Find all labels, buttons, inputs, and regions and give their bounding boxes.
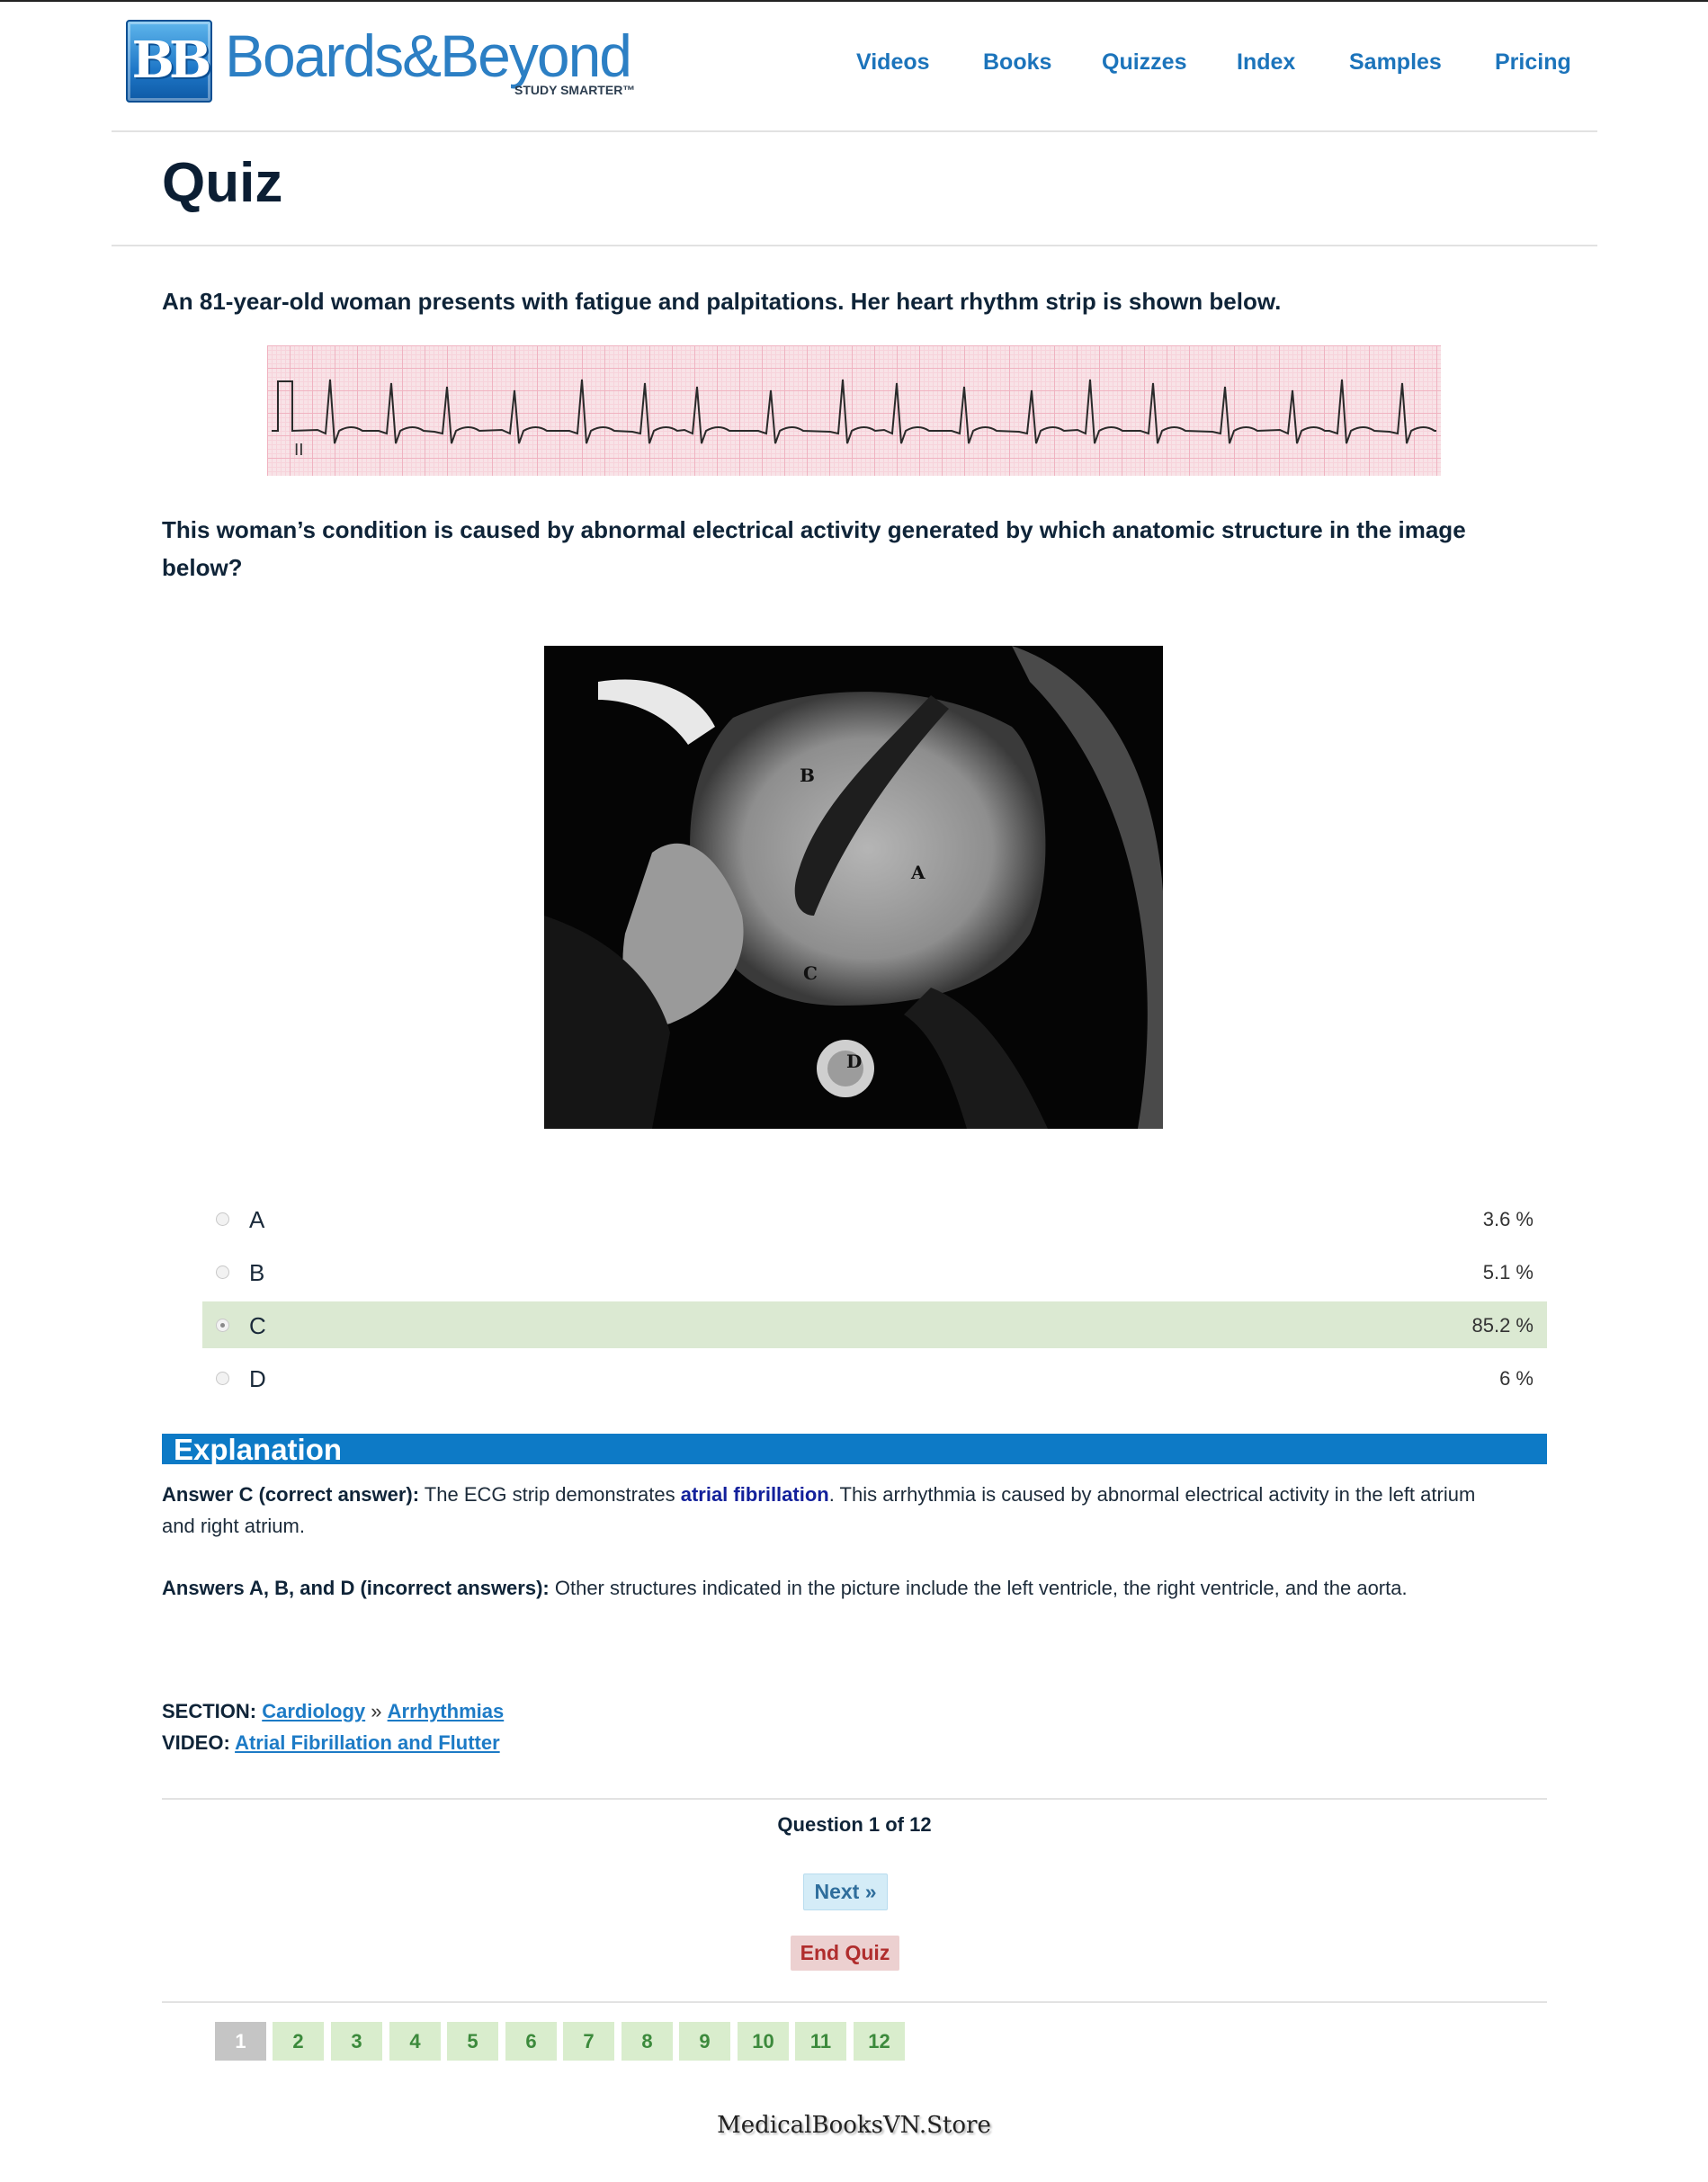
- ecg-lead-label: II: [294, 441, 304, 460]
- explanation-title: Explanation: [174, 1433, 343, 1466]
- watermark: MedicalBooksVN.Store: [717, 2112, 991, 2139]
- answer-radio[interactable]: [216, 1319, 229, 1332]
- page-button-6[interactable]: 6: [505, 2022, 557, 2061]
- answer-percent: 5.1 %: [1482, 1261, 1534, 1283]
- page-button-11[interactable]: 11: [795, 2022, 846, 2061]
- answer-label: A: [249, 1206, 265, 1233]
- breadcrumb-separator: »: [365, 1700, 388, 1722]
- top-border: [0, 0, 1708, 2]
- answer-percent: 3.6 %: [1482, 1208, 1534, 1230]
- next-button[interactable]: Next »: [803, 1873, 888, 1910]
- answer-option-a[interactable]: A 3.6 %: [202, 1195, 1547, 1242]
- page-button-7[interactable]: 7: [563, 2022, 614, 2061]
- explanation-incorrect-label: Answers A, B, and D (incorrect answers):: [162, 1577, 550, 1599]
- explanation-correct-line2: and right atrium.: [162, 1515, 305, 1537]
- question-counter: Question 1 of 12: [777, 1813, 932, 1836]
- question-stem: An 81-year-old woman presents with fatig…: [162, 288, 1282, 315]
- page-button-12[interactable]: 12: [854, 2022, 905, 2061]
- answer-label: B: [249, 1259, 265, 1286]
- page-button-10[interactable]: 10: [738, 2022, 789, 2061]
- answer-radio[interactable]: [216, 1372, 229, 1385]
- mri-label-a: A: [911, 862, 926, 883]
- page-button-3[interactable]: 3: [331, 2022, 382, 2061]
- explanation-correct-label: Answer C (correct answer):: [162, 1483, 420, 1506]
- nav-index[interactable]: Index: [1237, 49, 1295, 76]
- ecg-trace: II: [272, 379, 1436, 460]
- page-title: Quiz: [162, 152, 283, 214]
- section-breadcrumb: SECTION: Cardiology » Arrhythmias: [162, 1700, 504, 1723]
- question-prompt-line1: This woman’s condition is caused by abno…: [162, 516, 1466, 543]
- mri-label-b: B: [800, 765, 815, 786]
- page-button-1[interactable]: 1: [215, 2022, 266, 2061]
- answer-option-d[interactable]: D 6 %: [202, 1355, 1547, 1401]
- page-button-5[interactable]: 5: [447, 2022, 498, 2061]
- answer-option-c[interactable]: C 85.2 %: [202, 1301, 1547, 1348]
- explanation-header: Explanation: [162, 1433, 1547, 1466]
- mri-label-c: C: [803, 962, 818, 984]
- nav-pricing[interactable]: Pricing: [1495, 49, 1571, 76]
- end-quiz-button[interactable]: End Quiz: [791, 1936, 899, 1971]
- answer-percent: 85.2 %: [1471, 1314, 1534, 1337]
- explanation-text: The ECG strip demonstrates: [419, 1483, 681, 1506]
- link-cardiology[interactable]: Cardiology: [262, 1700, 365, 1722]
- page-button-9[interactable]: 9: [679, 2022, 730, 2061]
- cardiac-mri-image: B A C D: [544, 646, 1163, 1129]
- page-button-2[interactable]: 2: [273, 2022, 324, 2061]
- link-arrhythmias[interactable]: Arrhythmias: [388, 1700, 505, 1722]
- explanation-incorrect: Answers A, B, and D (incorrect answers):…: [162, 1572, 1529, 1604]
- video-label: VIDEO:: [162, 1731, 230, 1754]
- title-divider: [112, 245, 1597, 246]
- explanation-text: Other structures indicated in the pictur…: [549, 1577, 1408, 1599]
- nav-books[interactable]: Books: [983, 49, 1051, 76]
- answer-radio[interactable]: [216, 1265, 229, 1279]
- answer-label: C: [249, 1312, 266, 1339]
- page-button-4[interactable]: 4: [389, 2022, 441, 2061]
- section-label: SECTION:: [162, 1700, 257, 1722]
- mri-label-d: D: [846, 1051, 863, 1072]
- site-logo[interactable]: BB Boards&Beyond STUDY SMARTER™: [126, 18, 639, 103]
- question-prompt-line2: below?: [162, 554, 243, 581]
- nav-divider-bottom: [162, 2001, 1547, 2003]
- keyword-atrial-fibrillation[interactable]: atrial fibrillation: [681, 1483, 829, 1506]
- explanation-text: . This arrhythmia is caused by abnormal …: [828, 1483, 1476, 1506]
- logo-badge: BB: [126, 20, 212, 103]
- logo-wordmark: Boards&Beyond: [225, 22, 632, 89]
- link-video-afib-flutter[interactable]: Atrial Fibrillation and Flutter: [235, 1731, 500, 1754]
- answer-radio[interactable]: [216, 1212, 229, 1226]
- explanation-correct: Answer C (correct answer): The ECG strip…: [162, 1479, 1529, 1510]
- header-divider: [112, 130, 1597, 132]
- nav-divider-top: [162, 1798, 1547, 1800]
- nav-samples[interactable]: Samples: [1349, 49, 1442, 76]
- nav-videos[interactable]: Videos: [856, 49, 930, 76]
- nav-quizzes[interactable]: Quizzes: [1102, 49, 1186, 76]
- answer-label: D: [249, 1365, 266, 1392]
- page-button-8[interactable]: 8: [621, 2022, 673, 2061]
- logo-badge-text: BB: [131, 31, 212, 90]
- ecg-rhythm-strip: II: [267, 345, 1441, 476]
- answer-option-b[interactable]: B 5.1 %: [202, 1248, 1547, 1295]
- answer-percent: 6 %: [1499, 1367, 1534, 1390]
- logo-tagline: STUDY SMARTER™: [514, 83, 636, 97]
- video-reference: VIDEO: Atrial Fibrillation and Flutter: [162, 1731, 500, 1755]
